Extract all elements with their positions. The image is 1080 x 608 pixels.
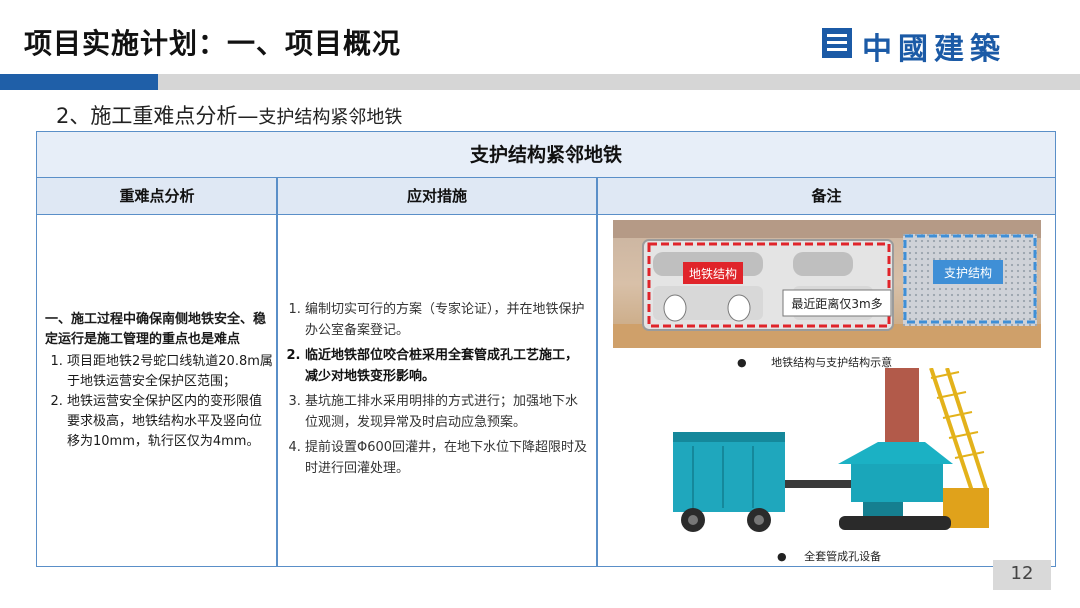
column-divider xyxy=(276,178,278,566)
difficulty-item: 地铁运营安全保护区内的变形限值要求极高，地铁结构水平及竖向位移为10mm，轨行区… xyxy=(67,392,273,452)
section-subtitle: 2、施工重难点分析—支护结构紧邻地铁 xyxy=(56,100,402,130)
subtitle-main: 2、施工重难点分析— xyxy=(56,104,259,128)
caption-equipment: ● 全套管成孔设备 xyxy=(777,550,882,563)
header-measures: 应对措施 xyxy=(278,178,596,215)
difficulty-cell: 一、施工过程中确保南侧地铁安全、稳定运行是施工管理的重点也是难点 项目距地铁2号… xyxy=(45,310,273,452)
difficulty-lead: 一、施工过程中确保南侧地铁安全、稳定运行是施工管理的重点也是难点 xyxy=(45,312,267,347)
subtitle-sub: 支护结构紧邻地铁 xyxy=(258,107,403,128)
measure-item: 临近地铁部位咬合桩采用全套管成孔工艺施工，减少对地铁变形影响。 xyxy=(305,346,589,387)
logo-text: 中國建築 xyxy=(862,32,1006,67)
table-title: 支护结构紧邻地铁 xyxy=(37,132,1055,178)
casing-equipment-photo xyxy=(663,368,989,544)
slide-title: 项目实施计划：一、项目概况 xyxy=(24,27,402,60)
header-difficulty: 重难点分析 xyxy=(37,178,277,215)
measures-list: 编制切实可行的方案（专家论证），并在地铁保护办公室备案登记。 临近地铁部位咬合桩… xyxy=(285,300,589,479)
difficulty-item: 项目距地铁2号蛇口线轨道20.8m属于地铁运营安全保护区范围； xyxy=(67,352,273,392)
label-support: 支护结构 xyxy=(944,265,992,280)
header-bar-accent xyxy=(0,74,158,90)
page-number: 12 xyxy=(993,560,1051,590)
company-logo: 中國建築 xyxy=(822,24,1052,67)
measure-item: 基坑施工排水采用明排的方式进行；加强地下水位观测，发现异常及时启动应急预案。 xyxy=(305,392,589,433)
measures-cell: 编制切实可行的方案（专家论证），并在地铁保护办公室备案登记。 临近地铁部位咬合桩… xyxy=(285,300,589,484)
header-notes: 备注 xyxy=(598,178,1055,215)
analysis-table: 支护结构紧邻地铁 重难点分析 应对措施 备注 一、施工过程中确保南侧地铁安全、稳… xyxy=(36,131,1056,567)
measure-item: 提前设置Φ600回灌井，在地下水位下降超限时及时进行回灌处理。 xyxy=(305,438,589,479)
subway-support-diagram: 地铁结构 支护结构 最近距离仅3m多 xyxy=(613,220,1041,348)
label-subway: 地铁结构 xyxy=(689,266,737,281)
caption-equipment-text: 全套管成孔设备 xyxy=(804,550,882,563)
column-divider xyxy=(596,178,598,566)
difficulty-list: 项目距地铁2号蛇口线轨道20.8m属于地铁运营安全保护区范围； 地铁运营安全保护… xyxy=(45,352,273,452)
label-distance: 最近距离仅3m多 xyxy=(791,296,882,311)
measure-item: 编制切实可行的方案（专家论证），并在地铁保护办公室备案登记。 xyxy=(305,300,589,341)
header-bar xyxy=(158,74,1080,90)
logo-mark-icon xyxy=(822,28,852,58)
